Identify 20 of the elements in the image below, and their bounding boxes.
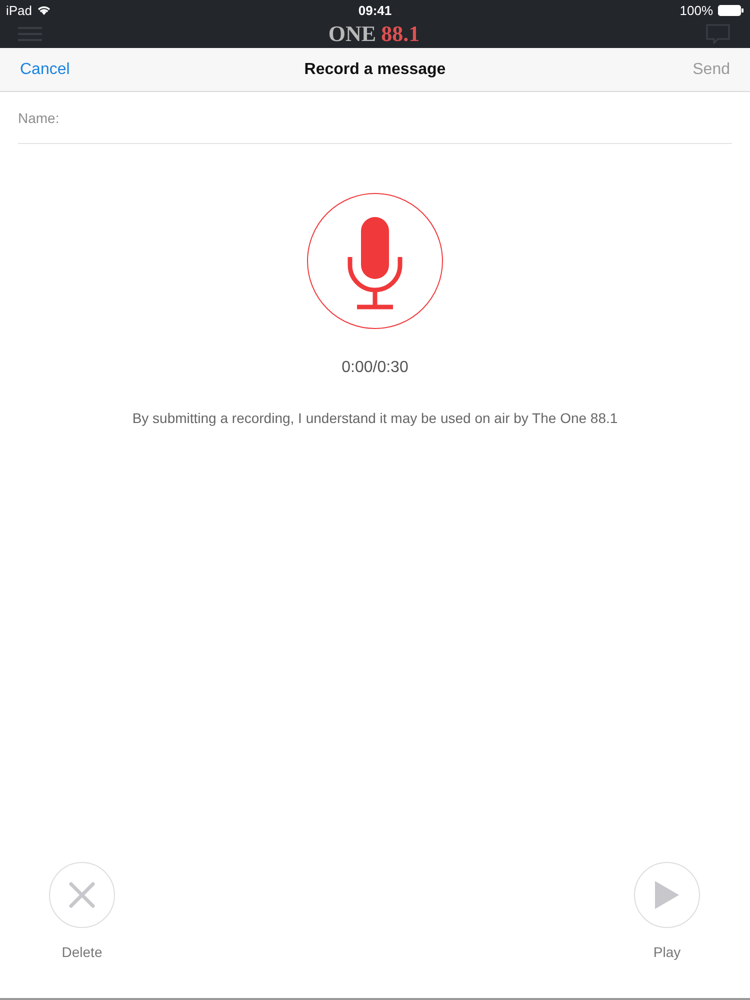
wifi-icon (37, 4, 52, 16)
battery-percent: 100% (680, 2, 713, 18)
logo-number: 88.1 (381, 21, 420, 47)
battery-icon (718, 4, 744, 16)
screen-title: Record a message (304, 60, 446, 78)
name-label: Name: (18, 110, 60, 126)
record-button[interactable] (307, 193, 443, 329)
action-label: Play (653, 944, 681, 960)
close-icon (69, 882, 95, 908)
clock-time: 09:41 (358, 2, 392, 18)
play-icon (655, 881, 679, 909)
menu-icon[interactable] (18, 26, 42, 42)
chat-icon[interactable] (706, 24, 730, 44)
name-field[interactable]: Name: (18, 92, 732, 144)
cancel-button[interactable]: Cancel (20, 60, 100, 78)
recording-timer: 0:00/0:30 (342, 359, 408, 377)
logo-text: ONE (328, 21, 376, 47)
carrier-label: iPad (6, 2, 32, 18)
action-label: Delete (62, 944, 102, 960)
disclaimer-text: By submitting a recording, I understand it may be used on air by The One 88.1 (132, 410, 618, 426)
